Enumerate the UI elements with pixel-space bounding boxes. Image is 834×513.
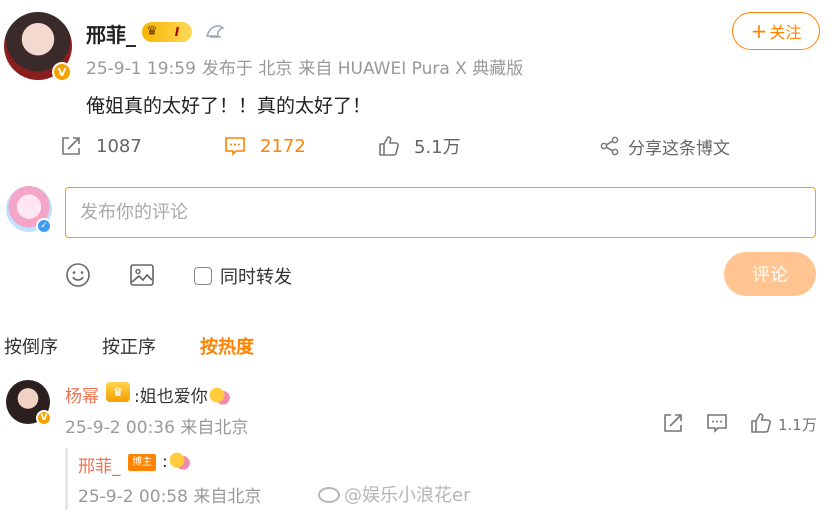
checkbox-box[interactable] [194, 267, 212, 285]
post-source: 来自 HUAWEI Pura X 典藏版 [298, 59, 524, 79]
verified-icon: V [36, 410, 52, 426]
blogger-badge: 博主 [128, 454, 156, 471]
follow-button[interactable]: + 关注 [732, 12, 820, 50]
crown-icon: ♛ [146, 24, 158, 39]
reply-text-body: : [162, 452, 168, 472]
image-icon[interactable] [129, 262, 155, 288]
share-label: 分享这条博文 [628, 138, 730, 159]
hug-emoji-icon [169, 452, 190, 470]
comment-reply-icon[interactable] [706, 412, 728, 434]
repost-icon [62, 137, 80, 155]
reply-author-name[interactable]: 邢菲_ [78, 452, 121, 477]
comment-icon [225, 137, 245, 156]
like-count: 5.1万 [414, 137, 461, 158]
follow-label: 关注 [769, 23, 802, 42]
share-icon [600, 136, 619, 156]
post-date[interactable]: 25-9-1 19:59 [86, 59, 196, 79]
emoji-icon[interactable] [65, 262, 91, 288]
reply-meta: 25-9-2 00:58 来自北京 [78, 487, 262, 507]
hug-emoji-icon [209, 387, 230, 405]
reply-divider [65, 448, 68, 510]
like-button[interactable]: 5.1万 [378, 132, 461, 160]
verified-icon: V [52, 62, 72, 82]
sort-tab-chronological[interactable]: 按正序 [102, 333, 156, 359]
repost-checkbox-label: 同时转发 [220, 267, 292, 288]
watermark-text: @娱乐小浪花er [344, 485, 471, 506]
reply-text: : [162, 452, 190, 472]
comment-meta: 25-9-2 00:36 来自北京 [65, 418, 249, 438]
fan-badge-icon[interactable] [204, 22, 226, 42]
post-text: 俺姐真的太好了！！真的太好了！ [86, 95, 372, 117]
post-meta: 25-9-1 19:59 发布于 北京 来自 HUAWEI Pura X 典藏版 [86, 54, 529, 79]
plus-icon: + [750, 19, 768, 43]
weibo-logo-icon [318, 487, 340, 503]
comment-input[interactable] [65, 187, 816, 238]
author-name[interactable]: 邢菲_ [86, 19, 136, 48]
member-level-badge[interactable]: ♛ I [142, 22, 192, 42]
comment-repost-icon[interactable] [662, 412, 684, 434]
post-location: 发布于 北京 [201, 59, 293, 79]
submit-comment-button[interactable]: 评论 [724, 252, 816, 296]
sort-tab-hot[interactable]: 按热度 [200, 333, 254, 359]
verified-icon: ✓ [36, 218, 52, 234]
comment-like-count: 1.1万 [778, 416, 817, 434]
comment-text-body: :姐也爱你 [134, 387, 208, 407]
watermark: @娱乐小浪花er [318, 481, 470, 507]
sort-tab-reverse[interactable]: 按倒序 [4, 333, 58, 359]
repost-checkbox[interactable]: 同时转发 [194, 263, 292, 289]
share-button[interactable]: 分享这条博文 [600, 132, 730, 160]
repost-button[interactable]: 1087 [60, 132, 142, 160]
comment-count: 2172 [260, 135, 306, 157]
member-level-label: I [174, 25, 180, 39]
thumbs-up-icon [379, 136, 399, 156]
comment-like-icon[interactable] [750, 412, 772, 434]
commenter-name[interactable]: 杨幂 [65, 382, 99, 407]
crown-badge-icon: ♛ [106, 382, 130, 402]
comment-text: :姐也爱你 [134, 382, 230, 407]
comment-button[interactable]: 2172 [224, 132, 306, 160]
repost-count: 1087 [96, 135, 142, 157]
